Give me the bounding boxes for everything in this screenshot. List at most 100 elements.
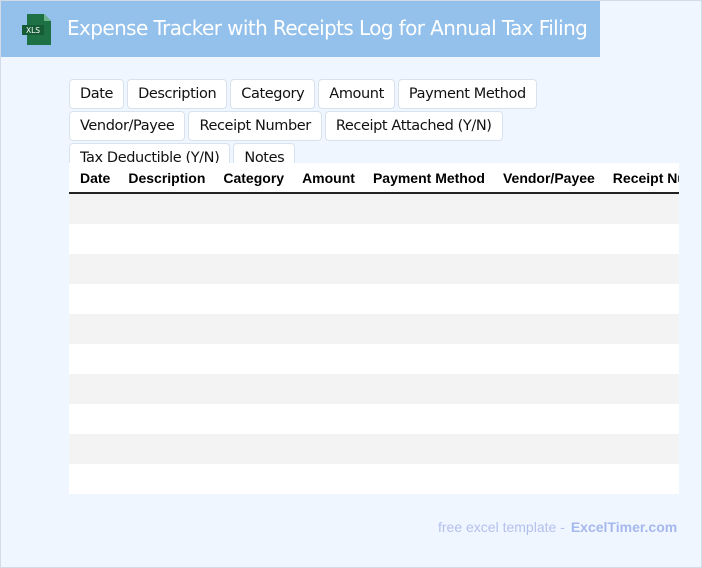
table-cell[interactable]	[69, 404, 117, 434]
table-cell[interactable]	[601, 254, 679, 284]
table-row	[69, 254, 679, 284]
table-cell[interactable]	[117, 284, 212, 314]
table-header-row: Date Description Category Amount Payment Met…	[69, 163, 679, 194]
table-cell[interactable]	[491, 434, 602, 464]
table-cell[interactable]	[291, 314, 362, 344]
column-tag[interactable]: Vendor/Payee	[69, 111, 186, 141]
table-cell[interactable]	[492, 344, 602, 374]
table-cell[interactable]	[491, 254, 602, 284]
table-cell[interactable]	[69, 344, 117, 374]
table-cell[interactable]	[361, 374, 492, 404]
table-cell[interactable]	[491, 193, 602, 224]
table-cell[interactable]	[117, 314, 213, 344]
table-cell[interactable]	[362, 344, 492, 374]
table-cell[interactable]	[362, 464, 492, 494]
column-header[interactable]: Receipt Number	[601, 163, 679, 194]
table-cell[interactable]	[291, 434, 362, 464]
table-cell[interactable]	[601, 434, 679, 464]
table-cell[interactable]	[291, 464, 362, 494]
column-header[interactable]: Vendor/Payee	[491, 163, 602, 194]
column-tag[interactable]: Category	[230, 79, 316, 109]
table-cell[interactable]	[212, 434, 292, 464]
table-cell[interactable]	[361, 434, 492, 464]
table-cell[interactable]	[69, 314, 118, 344]
table-row	[69, 374, 679, 404]
table-cell[interactable]	[69, 284, 117, 314]
column-tag[interactable]: Date	[69, 79, 125, 109]
column-header[interactable]: Amount	[291, 163, 362, 194]
column-tag[interactable]: Description	[127, 79, 228, 109]
column-tag[interactable]: Receipt Number	[188, 111, 322, 141]
table-cell[interactable]	[212, 193, 292, 224]
column-tag-list: Date Description Category Amount Payment Met…	[69, 79, 649, 173]
table-cell[interactable]	[291, 193, 362, 224]
table-row	[69, 464, 679, 494]
footer: free excel template - ExcelTimer.com	[438, 519, 677, 535]
table-cell[interactable]	[601, 374, 679, 404]
column-tag[interactable]: Receipt Attached (Y/N)	[324, 111, 503, 141]
table-cell[interactable]	[212, 284, 291, 314]
table-cell[interactable]	[212, 314, 292, 344]
table-cell[interactable]	[492, 404, 602, 434]
column-header[interactable]: Date	[69, 163, 118, 194]
table-cell[interactable]	[212, 404, 291, 434]
table-cell[interactable]	[491, 314, 602, 344]
table-cell[interactable]	[601, 193, 679, 224]
column-header[interactable]: Category	[212, 163, 292, 194]
table-cell[interactable]	[602, 284, 679, 314]
brand-link[interactable]: ExcelTimer.com	[571, 519, 677, 535]
table-cell[interactable]	[117, 344, 212, 374]
table-cell[interactable]	[601, 314, 679, 344]
table-cell[interactable]	[602, 224, 679, 254]
table-row	[69, 434, 679, 464]
table-cell[interactable]	[291, 344, 362, 374]
expense-table: Date Description Category Amount Payment Met…	[69, 163, 679, 494]
table-cell[interactable]	[291, 224, 362, 254]
table-row	[69, 404, 679, 434]
table-cell[interactable]	[69, 374, 118, 404]
table-cell[interactable]	[361, 314, 492, 344]
table-cell[interactable]	[117, 464, 212, 494]
table-cell[interactable]	[602, 464, 679, 494]
table-cell[interactable]	[362, 284, 492, 314]
table-cell[interactable]	[361, 254, 492, 284]
table-cell[interactable]	[291, 404, 362, 434]
table-cell[interactable]	[362, 224, 492, 254]
column-tag[interactable]: Payment Method	[397, 79, 537, 109]
table-cell[interactable]	[212, 344, 291, 374]
table-cell[interactable]	[69, 434, 118, 464]
xls-file-icon: XLS	[22, 14, 51, 45]
table-cell[interactable]	[212, 464, 291, 494]
table-cell[interactable]	[212, 254, 292, 284]
table-cell[interactable]	[69, 193, 118, 224]
table-row	[69, 284, 679, 314]
table-cell[interactable]	[491, 374, 602, 404]
table-cell[interactable]	[492, 224, 602, 254]
table-cell[interactable]	[492, 464, 602, 494]
table-cell[interactable]	[602, 404, 679, 434]
table-cell[interactable]	[117, 224, 212, 254]
table-cell[interactable]	[69, 254, 118, 284]
table-cell[interactable]	[291, 374, 362, 404]
column-tag[interactable]: Amount	[318, 79, 395, 109]
table-cell[interactable]	[492, 284, 602, 314]
column-header[interactable]: Description	[117, 163, 213, 194]
table-cell[interactable]	[69, 224, 117, 254]
table-cell[interactable]	[212, 374, 292, 404]
table-cell[interactable]	[117, 254, 213, 284]
table-cell[interactable]	[362, 404, 492, 434]
table-cell[interactable]	[69, 464, 117, 494]
table-cell[interactable]	[212, 224, 291, 254]
table-cell[interactable]	[291, 254, 362, 284]
table-cell[interactable]	[602, 344, 679, 374]
table-cell[interactable]	[117, 434, 213, 464]
table-cell[interactable]	[117, 374, 213, 404]
table-cell[interactable]	[361, 193, 492, 224]
svg-text:XLS: XLS	[26, 26, 40, 35]
table-cell[interactable]	[117, 404, 212, 434]
footer-text: free excel template -	[438, 519, 565, 535]
table-cell[interactable]	[117, 193, 213, 224]
table-cell[interactable]	[291, 284, 362, 314]
column-header[interactable]: Payment Method	[361, 163, 492, 194]
header-banner: XLS Expense Tracker with Receipts Log fo…	[1, 1, 600, 57]
